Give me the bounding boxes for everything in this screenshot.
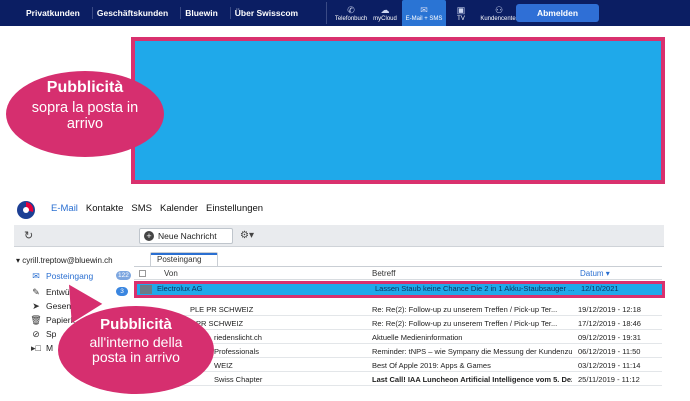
row-subject: Re: Re(2): Follow-up zu unserem Treffen … (372, 319, 558, 328)
folder-spam[interactable]: ⊘ Sp (30, 328, 56, 340)
sender-thumbnail (140, 285, 152, 294)
sent-icon: ➤ (32, 300, 40, 311)
service-email-sms[interactable]: ✉ E-Mail + SMS (402, 0, 446, 26)
select-all-checkbox[interactable] (139, 270, 146, 277)
row-from: Electrolux AG (157, 284, 203, 293)
drafts-icon: ✎ (32, 286, 40, 297)
nav-link-bluewin[interactable]: Bluewin (185, 7, 231, 19)
service-telefonbuch[interactable]: ✆ Telefonbuch (333, 0, 369, 26)
phone-icon: ✆ (347, 5, 355, 15)
plus-icon: + (144, 231, 154, 241)
callout-title: Pubblicità (46, 79, 124, 96)
gear-dropdown-icon[interactable]: ⚙▾ (240, 230, 254, 241)
column-date[interactable]: Datum ▾ (580, 269, 610, 278)
callout-text: sopra la posta in arrivo (31, 100, 139, 132)
tab-posteingang[interactable]: Posteingang (150, 252, 218, 266)
swisscom-logo (17, 201, 35, 219)
trash-icon: 🗑 (30, 314, 42, 325)
nav-link-privatkunden[interactable]: Privatkunden (26, 7, 93, 19)
mail-app-navigation: E-Mail Kontakte SMS Kalender Einstellung… (51, 203, 263, 214)
ad-mail-row[interactable]: Electrolux AG Lassen Staub keine Chance … (134, 281, 665, 298)
row-subject: Re: Re(2): Follow-up zu unserem Treffen … (372, 305, 558, 314)
column-from[interactable]: Von (164, 269, 178, 278)
tv-icon: ▣ (456, 5, 466, 15)
mailnav-kontakte[interactable]: Kontakte (86, 203, 124, 214)
callout-text: all'interno della posta in arrivo (89, 334, 183, 365)
mail-icon: ✉ (420, 5, 428, 15)
unread-badge-posteingang: 122 (116, 271, 131, 280)
service-mycloud[interactable]: ☁ myCloud (370, 0, 400, 26)
row-from: PLE PR SCHWEIZ (190, 305, 254, 314)
new-message-label: Neue Nachricht (158, 231, 217, 241)
mailnav-sms[interactable]: SMS (131, 203, 152, 214)
top-ad-banner[interactable] (131, 37, 665, 184)
row-subject: Reminder: tNPS – wie Sympany die Messung… (372, 347, 572, 356)
row-date: 17/12/2019 - 18:46 (578, 319, 641, 328)
row-subject: Best Of Apple 2019: Apps & Games (372, 361, 491, 370)
top-navigation: Privatkunden Geschäftskunden Bluewin Übe… (0, 0, 690, 26)
row-subject: Aktuelle Medieninformation (372, 333, 463, 342)
row-subject: Last Call! IAA Luncheon Artificial Intel… (372, 375, 572, 384)
column-subject[interactable]: Betreff (372, 269, 395, 278)
mail-row[interactable]: Swiss Chapter Last Call! IAA Luncheon Ar… (134, 373, 662, 386)
spam-icon: ⊘ (32, 328, 40, 339)
row-date: 25/11/2019 - 11:12 (578, 375, 640, 384)
people-icon: ⚇ (494, 5, 504, 15)
callout-inline-ad: Pubblicità all'interno della posta in ar… (58, 306, 214, 394)
row-date: 03/12/2019 - 11:14 (578, 361, 641, 370)
mailnav-email[interactable]: E-Mail (51, 203, 78, 214)
row-date: 19/12/2019 - 12:18 (578, 305, 641, 314)
mail-toolbar: ↻ + Neue Nachricht ⚙▾ (14, 225, 664, 247)
portal-links: Privatkunden Geschäftskunden Bluewin Übe… (26, 0, 314, 26)
inbox-icon: ✉ (32, 270, 40, 281)
service-tv[interactable]: ▣ TV (452, 0, 470, 26)
folder-icon: ▸□ (31, 342, 41, 353)
logout-button[interactable]: Abmelden (516, 4, 599, 22)
mail-row[interactable]: PLE PR SCHWEIZ Re: Re(2): Follow-up zu u… (134, 303, 662, 316)
mailnav-einstellungen[interactable]: Einstellungen (206, 203, 263, 214)
callout-title: Pubblicità (100, 316, 172, 333)
new-message-button[interactable]: + Neue Nachricht (139, 228, 233, 244)
mailnav-kalender[interactable]: Kalender (160, 203, 198, 214)
drafts-badge: 3 (116, 287, 128, 296)
refresh-icon[interactable]: ↻ (24, 229, 33, 242)
row-date: 06/12/2019 - 11:50 (578, 347, 641, 356)
nav-link-geschaeftskunden[interactable]: Geschäftskunden (97, 7, 182, 19)
row-subject: Lassen Staub keine Chance Die 2 in 1 Akk… (375, 284, 575, 293)
nav-divider (326, 2, 327, 24)
cloud-icon: ☁ (380, 5, 390, 15)
folder-more[interactable]: ▸□ M (30, 342, 53, 354)
account-selector[interactable]: ▾ cyrill.treptow@bluewin.ch (16, 256, 113, 265)
row-date: 09/12/2019 - 19:31 (578, 333, 641, 342)
mail-list-header: Von Betreff Datum ▾ (134, 266, 662, 280)
row-date: 12/10/2021 (581, 284, 619, 293)
nav-link-ueber-swisscom[interactable]: Über Swisscom (235, 7, 310, 19)
service-kundencenter[interactable]: ⚇ Kundencenter (478, 0, 520, 26)
callout-top-ad: Pubblicità sopra la posta in arrivo (6, 71, 164, 157)
